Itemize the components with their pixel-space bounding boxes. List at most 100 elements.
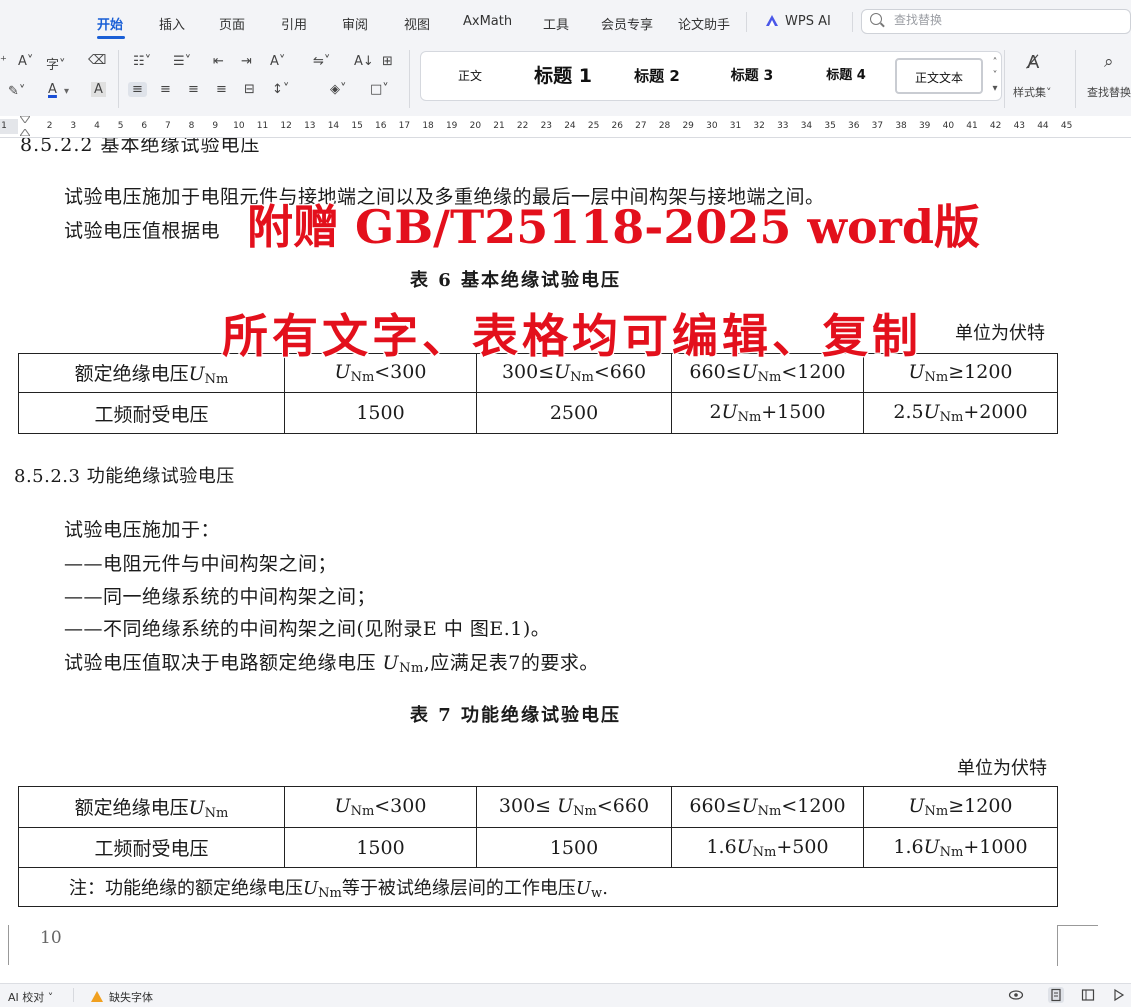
style-set-button[interactable]: 样式集˅ <box>1013 84 1052 100</box>
find-replace-button[interactable]: 查找替换 <box>1087 84 1131 100</box>
highlight-icon[interactable]: ✎˅ <box>8 84 25 99</box>
font-color-dropdown-icon[interactable]: ▾ <box>64 86 69 97</box>
ruler-number: 20 <box>469 121 482 131</box>
style-set-icon[interactable]: A̸ <box>1027 52 1039 73</box>
style-heading-4[interactable]: 标题 4 <box>811 52 881 100</box>
tab-member[interactable]: 会员专享 <box>601 14 653 33</box>
ruler-number: 27 <box>635 121 647 131</box>
table-cell[interactable]: 1.6UNm+1000 <box>863 827 1058 868</box>
web-view-icon[interactable] <box>1080 987 1096 1003</box>
paragraph-line: 试验电压施加于： <box>64 519 221 541</box>
ruler-number: 19 <box>445 121 458 131</box>
increase-indent-icon[interactable]: ⇥ <box>241 54 252 69</box>
style-heading-3[interactable]: 标题 3 <box>717 52 787 100</box>
ruler-number: 29 <box>682 121 694 131</box>
horizontal-ruler[interactable]: 1 2 3 4 5 6 7 8 9 10 11 12 13 14 15 16 17 18 19 20 21 22 23 24 2… <box>0 116 1131 138</box>
tab-home[interactable]: 开始 <box>97 14 123 33</box>
ruler-number: 28 <box>658 121 671 131</box>
text-direction-icon[interactable]: A˅ <box>270 54 285 69</box>
style-body-text[interactable]: 正文文本 <box>895 58 983 94</box>
tab-insert[interactable]: 插入 <box>159 14 185 33</box>
table-cell[interactable]: UNm<300 <box>284 786 477 828</box>
style-normal[interactable]: 正文 <box>445 52 495 100</box>
table-cell[interactable]: 额定绝缘电压UNm <box>18 786 285 828</box>
ruler-number: 24 <box>564 121 576 131</box>
show-marks-icon[interactable]: ⊞ <box>382 54 393 69</box>
table-cell[interactable]: 工频耐受电压 <box>18 827 285 868</box>
decrease-indent-icon[interactable]: ⇤ <box>213 54 224 69</box>
char-shading-icon[interactable]: A <box>91 82 106 97</box>
table-cell[interactable]: 1.6UNm+500 <box>671 827 864 868</box>
table-cell[interactable]: 2UNm+1500 <box>671 392 864 434</box>
group-divider <box>1004 50 1005 108</box>
hanging-indent-marker[interactable] <box>20 129 30 136</box>
tab-references[interactable]: 引用 <box>281 14 307 33</box>
tab-page[interactable]: 页面 <box>219 14 245 33</box>
decrease-font-icon[interactable]: A˅ <box>18 54 33 69</box>
line-break-icon[interactable]: ⇋˅ <box>313 54 330 69</box>
align-right-icon[interactable]: ≡ <box>188 82 199 97</box>
table-note[interactable]: 注：功能绝缘的额定绝缘电压UNm等于被试绝缘层间的工作电压Uw. <box>18 867 1058 907</box>
phonetic-guide-icon[interactable]: 字˅ <box>46 54 66 73</box>
shading-icon[interactable]: ◈˅ <box>330 82 347 97</box>
find-replace-icon[interactable]: ⌕ <box>1104 52 1114 72</box>
ruler-number: 8 <box>188 121 195 131</box>
increase-font-icon[interactable]: ⁺ <box>0 54 7 69</box>
ruler-number: 38 <box>895 121 907 131</box>
style-gallery-scroll-icon[interactable]: ˄ ˅ ▾ <box>989 56 1001 95</box>
table-7-caption: 表 7 功能绝缘试验电压 <box>410 705 622 726</box>
numbered-list-icon[interactable]: ☰˅ <box>173 54 191 69</box>
style-heading-2[interactable]: 标题 2 <box>621 52 693 100</box>
tab-view[interactable]: 视图 <box>404 14 430 33</box>
eye-icon[interactable] <box>1008 987 1024 1003</box>
table-cell[interactable]: 660≤UNm<1200 <box>671 786 864 828</box>
sort-icon[interactable]: A↓ <box>354 54 374 69</box>
line-spacing-icon[interactable]: ↕˅ <box>272 82 289 97</box>
align-left-icon[interactable]: ≡ <box>128 82 147 97</box>
menu-divider <box>852 12 853 32</box>
tab-thesis-assistant[interactable]: 论文助手 <box>678 14 730 33</box>
first-line-indent-marker[interactable] <box>20 116 30 123</box>
ruler-number: 12 <box>280 121 292 131</box>
missing-font-button[interactable]: 缺失字体 <box>91 989 153 1005</box>
borders-icon[interactable]: □˅ <box>370 82 389 97</box>
align-center-icon[interactable]: ≡ <box>160 82 171 97</box>
table-cell[interactable]: 2500 <box>476 392 672 434</box>
style-heading-1[interactable]: 标题 1 <box>525 52 601 100</box>
tab-tools[interactable]: 工具 <box>543 14 569 33</box>
ai-check-button[interactable]: AI 校对 ˅ <box>8 989 53 1005</box>
ruler-number: 9 <box>212 121 219 131</box>
ruler-number: 35 <box>824 121 836 131</box>
tab-review[interactable]: 审阅 <box>342 14 368 33</box>
table-cell[interactable]: 1500 <box>284 392 477 434</box>
menu-bar: 开始 插入 页面 引用 审阅 视图 AxMath 工具 会员专享 论文助手 WP… <box>0 0 1131 44</box>
table-cell[interactable]: 1500 <box>476 827 672 868</box>
ruler-number: 4 <box>94 121 100 131</box>
page-view-icon[interactable] <box>1048 987 1064 1003</box>
table-cell[interactable]: UNm≥1200 <box>863 786 1058 828</box>
play-icon[interactable] <box>1110 987 1126 1003</box>
document-page[interactable]: 8.5.2.2 基本绝缘试验电压 试验电压施加于电阻元件与接地端之间以及多重绝缘… <box>0 138 1131 983</box>
tab-wps-ai[interactable]: WPS AI <box>785 14 831 29</box>
table-cell[interactable]: 工频耐受电压 <box>18 392 285 434</box>
tab-axmath[interactable]: AxMath <box>463 14 512 29</box>
table-cell[interactable]: 300≤ UNm<660 <box>476 786 672 828</box>
ruler-number: 32 <box>753 121 765 131</box>
page-corner-mark <box>0 925 9 965</box>
table-cell[interactable]: 1500 <box>284 827 477 868</box>
style-set-label: 样式集 <box>1013 86 1046 99</box>
ruler-number: 39 <box>918 121 931 131</box>
distributed-icon[interactable]: ⊟ <box>244 82 255 97</box>
ruler-number: 33 <box>777 121 789 131</box>
font-color-icon[interactable]: A <box>48 82 57 97</box>
justify-icon[interactable]: ≡ <box>216 82 227 97</box>
clear-format-icon[interactable]: ⌫ <box>88 53 106 68</box>
search-input[interactable] <box>892 12 1116 28</box>
paragraph-line: 试验电压值取决于电路额定绝缘电压 UNm,应满足表7的要求。 <box>64 652 599 676</box>
ruler-number: 34 <box>800 121 813 131</box>
bullet-list-icon[interactable]: ☷˅ <box>133 54 151 69</box>
table-row: 工频耐受电压 1500 1500 1.6UNm+500 1.6UNm+1000 <box>18 827 1058 868</box>
wps-ai-icon <box>766 15 778 26</box>
search-box[interactable] <box>861 9 1131 34</box>
table-cell[interactable]: 2.5UNm+2000 <box>863 392 1058 434</box>
